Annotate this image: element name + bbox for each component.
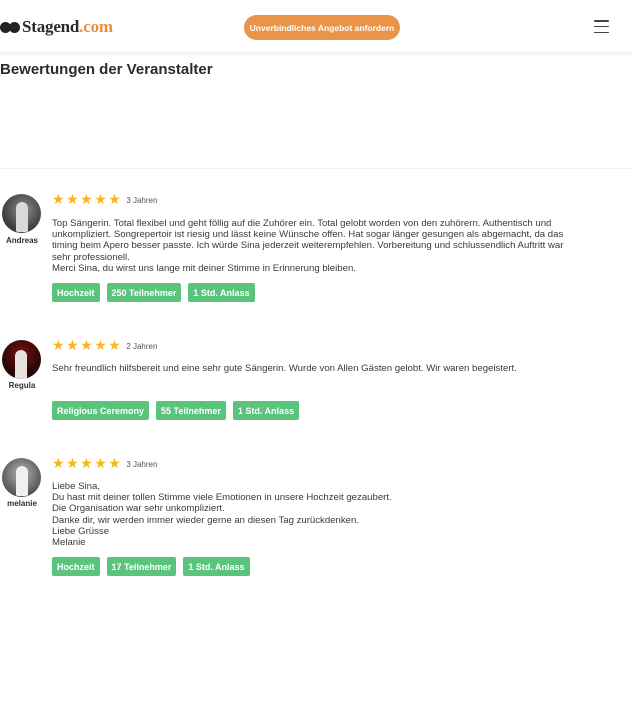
review-line: Liebe Sina, (52, 481, 101, 492)
tag-duration: 1 Std. Anlass (232, 401, 300, 420)
star-icon: ★ (94, 192, 107, 208)
star-icon: ★ (94, 338, 107, 354)
tag-participants: 250 Teilnehmer (106, 283, 182, 302)
reviewer-avatar (2, 340, 41, 379)
review-line: Die Organisation war sehr unkompliziert. (52, 503, 225, 515)
request-offer-button[interactable]: Unverbindliches Angebot anfordern (244, 15, 400, 40)
tag-event-type: Hochzeit (52, 283, 100, 302)
star-icon: ★ (108, 192, 121, 208)
review-line: Liebe Grüsse (52, 525, 110, 537)
star-icon: ★ (66, 456, 79, 472)
reviewer-avatar (2, 194, 41, 233)
star-icon: ★ (80, 456, 93, 472)
top-header: Stagend.com Unverbindliches Angebot anfo… (0, 0, 632, 52)
review-age: 2 Jahren (126, 342, 158, 351)
star-icon: ★ (52, 338, 65, 354)
star-icon: ★ (108, 338, 121, 354)
review-line: Sehr freundlich hilfsbereit und eine seh… (52, 363, 517, 374)
review-text: Top Sängerin. Total flexibel und geht fö… (52, 218, 630, 274)
reviewer-name: melanie (7, 499, 37, 508)
review-line: unkompliziert. Songrepertoir ist riesig … (52, 229, 564, 241)
review-line: Danke dir, wir werden immer wieder gerne… (52, 514, 359, 526)
review-age: 3 Jahren (126, 196, 158, 205)
reviewer-avatar (2, 458, 41, 497)
star-icon: ★ (52, 456, 65, 472)
star-rating: ★ ★ ★ ★ ★ 3 Jahren (52, 456, 158, 472)
star-icon: ★ (108, 456, 121, 472)
review-age: 3 Jahren (126, 460, 158, 469)
star-rating: ★ ★ ★ ★ ★ 2 Jahren (52, 338, 158, 354)
review-tags: Hochzeit 17 Teilnehmer 1 Std. Anlass (52, 557, 257, 576)
hamburger-menu-icon[interactable] (594, 20, 609, 33)
star-rating: ★ ★ ★ ★ ★ 3 Jahren (52, 192, 158, 208)
star-icon: ★ (94, 456, 107, 472)
star-icon: ★ (80, 338, 93, 354)
tag-event-type: Hochzeit (52, 557, 100, 576)
tag-duration: 1 Std. Anlass (183, 557, 250, 576)
review-text: Liebe Sina, Du hast mit deiner tollen St… (52, 481, 630, 548)
review-tags: Religious Ceremony 55 Teilnehmer 1 Std. … (52, 401, 306, 420)
star-icon: ★ (66, 338, 79, 354)
logo-text: Stagend.com (22, 17, 113, 36)
star-icon: ★ (66, 192, 79, 208)
section-divider (0, 168, 632, 169)
review-line: Melanie (52, 537, 86, 549)
star-icon: ★ (80, 192, 93, 208)
review-line: Merci Sina, du wirst uns lange mit deine… (52, 262, 356, 274)
section-title: Bewertungen der Veranstalter (0, 61, 213, 78)
logo-mark-icon (0, 21, 20, 33)
review-line: timing beim Apero besser passte. Ich wür… (52, 240, 564, 252)
stagend-logo[interactable]: Stagend.com (0, 17, 113, 37)
tag-duration: 1 Std. Anlass (188, 283, 255, 302)
tag-event-type: Religious Ceremony (52, 401, 150, 420)
tag-participants: 55 Teilnehmer (156, 401, 226, 420)
star-icon: ★ (52, 192, 65, 208)
tag-participants: 17 Teilnehmer (106, 557, 177, 576)
reviewer-name: Regula (8, 381, 36, 390)
review-line: Top Sängerin. Total flexibel und geht fö… (52, 218, 552, 229)
reviewer-name: Andreas (5, 236, 38, 245)
review-tags: Hochzeit 250 Teilnehmer 1 Std. Anlass (52, 283, 262, 302)
review-line: Du hast mit deiner tollen Stimme viele E… (52, 492, 392, 504)
review-text: Sehr freundlich hilfsbereit und eine seh… (52, 363, 630, 374)
review-line: sehr professionell. (52, 251, 130, 263)
